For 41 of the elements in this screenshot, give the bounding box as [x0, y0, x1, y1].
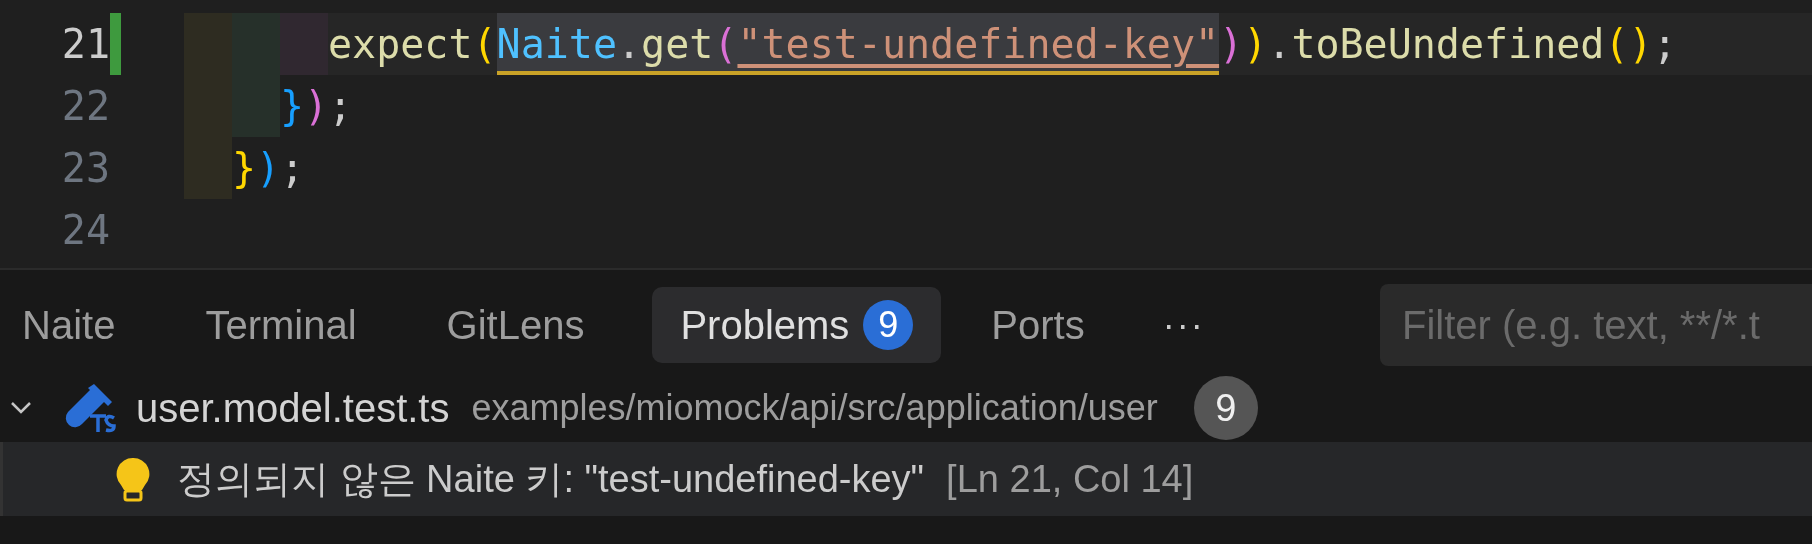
bracket: ( — [713, 13, 738, 75]
panel-tab[interactable]: GitLens — [424, 287, 613, 363]
bracket: ( — [472, 20, 497, 69]
bracket: () — [1604, 20, 1653, 69]
file-name[interactable]: user.model.test.ts — [136, 385, 450, 431]
panel-tab[interactable]: Ports — [969, 287, 1113, 363]
panel-tab[interactable]: Terminal — [183, 287, 385, 363]
bracket: ) — [256, 144, 281, 193]
count-badge: 9 — [863, 300, 914, 350]
problem-count-badge: 9 — [1193, 376, 1258, 440]
problem-message: 정의되지 않은 Naite 키: "test-undefined-key" — [177, 456, 925, 502]
punctuation: ; — [1652, 20, 1677, 69]
function-name: toBeUndefined — [1291, 20, 1605, 69]
punctuation: . — [1267, 20, 1292, 69]
line-number: 21 — [60, 21, 110, 67]
tab-label: Problems — [680, 302, 850, 348]
filter-field[interactable]: Filter (e.g. text, **/*.t — [1380, 284, 1812, 366]
string-literal: "test-undefined-key" — [737, 13, 1220, 75]
variable-name: Naite — [496, 13, 617, 75]
chevron-icon[interactable] — [10, 401, 32, 415]
function-name: get — [641, 13, 714, 75]
punctuation: . — [617, 13, 642, 75]
bracket: } — [232, 144, 257, 193]
problem-row[interactable]: 정의되지 않은 Naite 키: "test-undefined-key" [Ln 21, Col 14] — [0, 442, 1812, 516]
more-button[interactable]: ··· — [1162, 304, 1205, 346]
panel-tab[interactable]: Naite — [0, 287, 144, 363]
bracket: ) — [1243, 20, 1268, 69]
lightbulb-icon — [115, 456, 151, 502]
file-path: examples/miomock/api/src/application/user — [471, 387, 1158, 429]
code-editor[interactable]: 21 expect(Naite.get("test-undefined-key")).toBeUndefined(); 22 }); 23 }); 24 — [0, 0, 1812, 270]
line-number: 23 — [60, 145, 110, 191]
bracket: } — [280, 82, 305, 131]
punctuation: ; — [280, 144, 305, 193]
punctuation: ; — [328, 82, 353, 131]
bracket: ) — [1219, 20, 1244, 69]
line-number: 22 — [60, 83, 110, 129]
line-number: 24 — [60, 207, 110, 253]
bracket: ) — [304, 82, 329, 131]
panel-tab[interactable]: Problems 9 — [652, 287, 942, 363]
problem-location: [Ln 21, Col 14] — [946, 457, 1194, 501]
function-name: expect — [328, 20, 473, 69]
